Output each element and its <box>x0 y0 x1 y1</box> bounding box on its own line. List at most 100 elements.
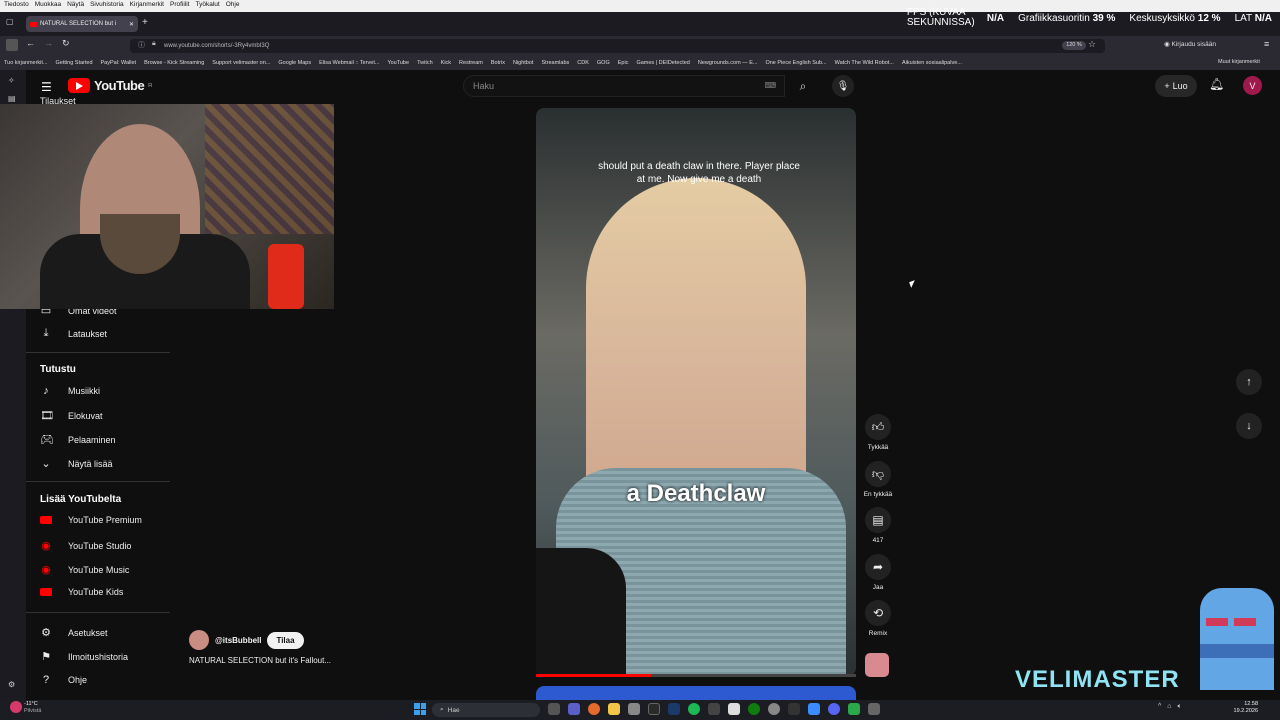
menu-item[interactable]: Ohje <box>226 1 240 8</box>
clock[interactable]: 12.58 19.2.2026 <box>1234 701 1258 715</box>
video-progress-bar[interactable] <box>536 674 856 677</box>
app-icon[interactable] <box>848 703 860 715</box>
sidebar-item-report-history[interactable]: ⚑ Ilmoitushistoria <box>40 650 128 663</box>
other-bookmarks[interactable]: Muut kirjanmerkit <box>1216 59 1260 65</box>
steam-icon[interactable] <box>668 703 680 715</box>
zoom-badge[interactable]: 120 % <box>1062 41 1086 50</box>
sidebar-settings-icon[interactable]: ⚙ <box>8 680 15 689</box>
url-bar[interactable]: www.youtube.com/shorts/-3Ry4vmbI3Q <box>130 39 1105 53</box>
remix-button[interactable]: ⟲ Remix <box>862 600 894 637</box>
bookmark[interactable]: Watch The Wild Robot... <box>835 60 894 66</box>
mic-button[interactable]: 🎙︎ <box>832 75 854 97</box>
sidebar-item-studio[interactable]: ◉ YouTube Studio <box>40 539 131 552</box>
bookmark[interactable]: Nightbot <box>513 60 534 66</box>
menu-item[interactable]: Sivuhistoria <box>90 1 124 8</box>
avatar[interactable]: V <box>1243 76 1262 95</box>
like-button[interactable]: 👍︎ Tykkää <box>862 414 894 451</box>
network-icon[interactable]: ⌂ <box>1167 703 1171 711</box>
sidebar-item-downloads[interactable]: ⤓ Lataukset <box>40 327 107 340</box>
app-icon[interactable] <box>768 703 780 715</box>
bookmark[interactable]: Restream <box>459 60 483 66</box>
teams-icon[interactable] <box>568 703 580 715</box>
channel-avatar[interactable] <box>189 630 209 650</box>
shorts-video-player[interactable] <box>536 108 856 676</box>
back-icon[interactable]: ← <box>26 38 35 48</box>
tray-chevron-icon[interactable]: ^ <box>1158 703 1161 711</box>
sidebar-toggle-icon[interactable] <box>6 39 18 51</box>
share-button[interactable]: ➦ Jaa <box>862 554 894 591</box>
next-short-button[interactable]: ↓ <box>1236 413 1262 439</box>
bookmark[interactable]: Aikuisten sosiaalipalve... <box>902 60 962 66</box>
sidebar-item-premium[interactable]: YouTube Premium <box>40 515 142 525</box>
channel-handle[interactable]: @itsBubbell <box>215 636 261 645</box>
sidebar-item-settings[interactable]: ⚙ Asetukset <box>40 626 107 639</box>
spotify-icon[interactable] <box>688 703 700 715</box>
dislike-button[interactable]: 👎︎ En tykkää <box>862 461 894 498</box>
bookmark[interactable]: Browse - Kick Streaming <box>144 60 204 66</box>
menu-item[interactable]: Näytä <box>67 1 84 8</box>
forward-icon[interactable]: → <box>44 38 53 48</box>
tab-youtube[interactable]: NATURAL SELECTION but i ✕ <box>26 16 138 32</box>
reload-icon[interactable]: ↻ <box>62 38 70 49</box>
bookmark[interactable]: Google Maps <box>278 60 311 66</box>
app-icon[interactable] <box>868 703 880 715</box>
youtube-logo[interactable]: YouTube FI <box>68 78 152 93</box>
app-icon[interactable] <box>728 703 740 715</box>
keyboard-icon[interactable]: ⌨ <box>764 81 776 90</box>
app-icon[interactable] <box>788 703 800 715</box>
bookmark[interactable]: Tuo kirjanmerkit... <box>4 60 48 66</box>
sidebar-item-music[interactable]: ♪ Musiikki <box>40 385 100 397</box>
bookmark[interactable]: GOG <box>597 60 610 66</box>
sidebar-item-gaming[interactable]: 🎮︎ Pelaaminen <box>40 433 116 446</box>
xbox-icon[interactable] <box>748 703 760 715</box>
bookmark[interactable]: CDK <box>577 60 589 66</box>
app-icon[interactable] <box>708 703 720 715</box>
file-explorer-icon[interactable] <box>608 703 620 715</box>
taskbar-search[interactable]: ⌕ Hae <box>432 703 540 717</box>
create-button[interactable]: + Luo <box>1155 75 1197 97</box>
sidebar-item-help[interactable]: ? Ohje <box>40 674 87 686</box>
sidebar-item-movies[interactable]: 🎞︎ Elokuvat <box>40 409 103 422</box>
menu-item[interactable]: Tiedosto <box>4 1 29 8</box>
bookmark[interactable]: Games | DEIDetected <box>636 60 689 66</box>
bookmark[interactable]: Epic <box>618 60 629 66</box>
info-icon[interactable]: ⓘ <box>138 40 145 50</box>
sidebar-item-kids[interactable]: YouTube Kids <box>40 587 123 597</box>
menu-item[interactable]: Muokkaa <box>35 1 61 8</box>
bookmark[interactable]: Kick <box>441 60 451 66</box>
subscribe-button[interactable]: Tilaa <box>267 631 304 649</box>
firefox-icon[interactable] <box>588 703 600 715</box>
next-short-preview[interactable] <box>536 686 856 700</box>
bookmark[interactable]: Streamlabs <box>541 60 569 66</box>
bookmark[interactable]: Getting Started <box>56 60 93 66</box>
bookmarks-panel-icon[interactable]: ▤ <box>8 94 16 103</box>
bookmark[interactable]: YouTube <box>387 60 409 66</box>
discord-icon[interactable] <box>828 703 840 715</box>
channel-thumbnail[interactable] <box>865 653 889 677</box>
menu-item[interactable]: Kirjanmerkit <box>130 1 164 8</box>
app-icon[interactable] <box>808 703 820 715</box>
video-title[interactable]: NATURAL SELECTION but it's Fallout... <box>189 656 331 665</box>
previous-short-button[interactable]: ↑ <box>1236 369 1262 395</box>
menu-item[interactable]: Profiilit <box>170 1 190 8</box>
search-button[interactable]: ⌕ <box>786 75 820 97</box>
menu-item[interactable]: Työkalut <box>196 1 220 8</box>
comments-button[interactable]: ▤ 417 <box>862 507 894 544</box>
lock-icon[interactable]: 🔒︎ <box>152 40 156 48</box>
bookmark[interactable]: Support velimaster on... <box>212 60 270 66</box>
bookmark[interactable]: One Piece English Sub... <box>765 60 826 66</box>
bookmark[interactable]: Twitch <box>417 60 433 66</box>
task-view-icon[interactable] <box>548 703 560 715</box>
weather-widget[interactable]: -11°C Pilvistä <box>24 701 41 715</box>
new-tab-icon[interactable]: + <box>142 17 148 28</box>
ai-chat-icon[interactable]: ✧ <box>8 76 15 85</box>
hamburger-menu-icon[interactable]: ☰ <box>41 80 52 94</box>
login-button[interactable]: ◉ Kirjaudu sisään <box>1164 40 1216 48</box>
sidebar-item-show-more[interactable]: ⌄ Näytä lisää <box>40 457 112 470</box>
bookmark[interactable]: PayPal: Wallet <box>101 60 137 66</box>
bookmark-star-icon[interactable]: ☆ <box>1088 39 1096 50</box>
notifications-bell-icon[interactable]: 🔔︎ <box>1209 77 1224 91</box>
store-icon[interactable] <box>628 703 640 715</box>
sidebar-item-music-app[interactable]: ◉ YouTube Music <box>40 563 129 576</box>
search-input[interactable]: Haku ⌨ <box>463 75 785 97</box>
